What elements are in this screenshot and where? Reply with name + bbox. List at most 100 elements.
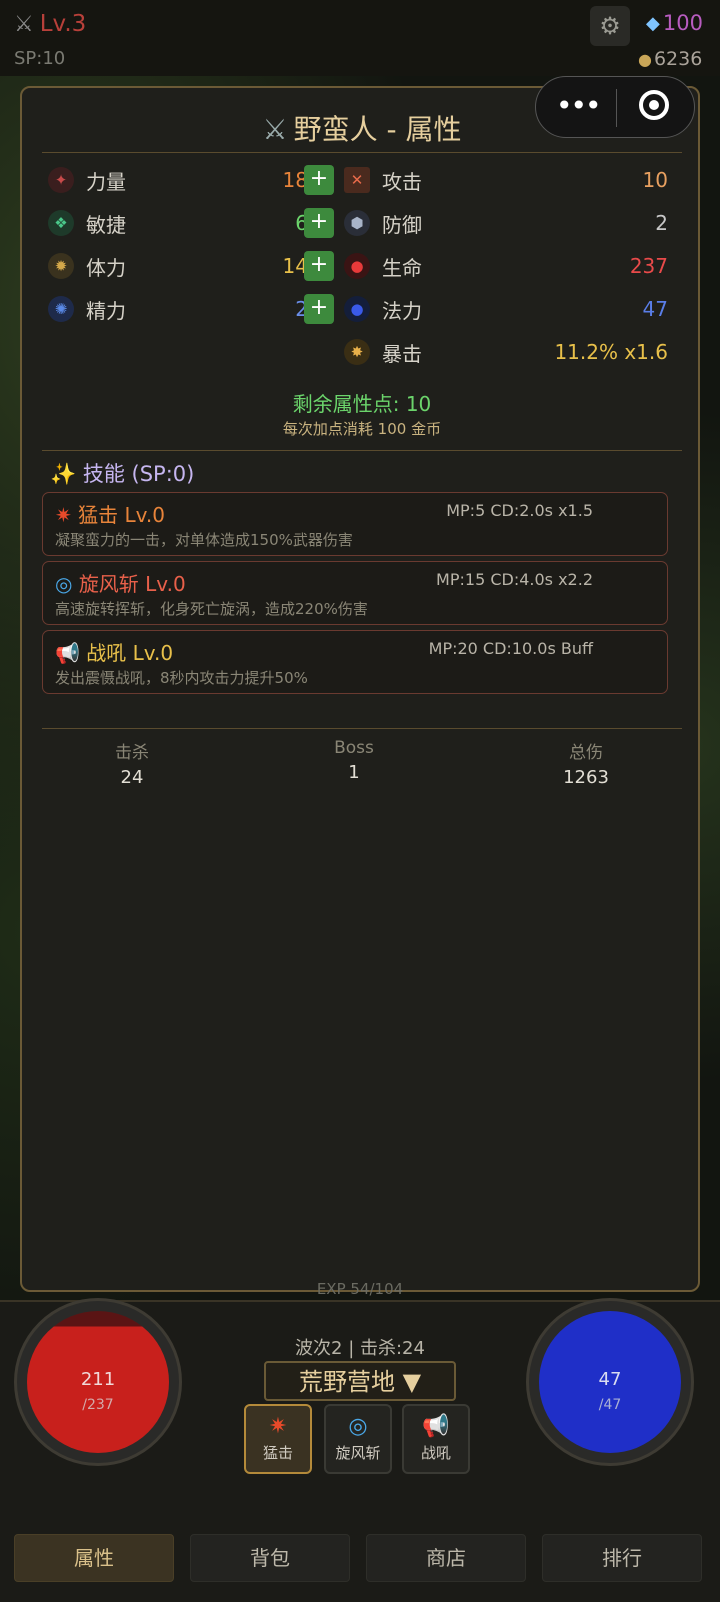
wave-info: 波次2 | 击杀:24 xyxy=(295,1338,425,1359)
skill-card-whirlwind[interactable]: ◎ 旋风斩 Lv.0 MP:15 CD:4.0s x2.2 高速旋转挥斩，化身死… xyxy=(42,561,668,625)
skill-slot-warcry[interactable]: 📢 战吼 xyxy=(402,1404,470,1474)
divider xyxy=(42,450,682,451)
panel-title-text: 野蛮人 - 属性 xyxy=(293,113,462,146)
settings-button[interactable]: ⚙ xyxy=(590,6,630,46)
crossed-swords-icon: ⚔ xyxy=(262,113,288,146)
stat-name: 精力 xyxy=(86,298,126,323)
skill-stats: MP:5 CD:2.0s x1.5 xyxy=(446,501,593,520)
stat-strength: ✦ 力量 18 xyxy=(48,162,308,198)
summary-label: 击杀 xyxy=(115,743,149,763)
stat-value: 11.2% x1.6 xyxy=(554,340,668,364)
gem-count: ◆ 100 xyxy=(646,11,703,35)
summary-value: 1 xyxy=(348,762,360,783)
whirlwind-icon: ◎ xyxy=(55,572,73,596)
summary-label: 总伤 xyxy=(569,743,603,763)
stat-value: 10 xyxy=(642,168,668,192)
hp-current: 211 xyxy=(80,1369,116,1390)
stat-name: 法力 xyxy=(382,298,422,323)
stat-name: 敏捷 xyxy=(86,212,126,237)
skill-desc: 高速旋转挥斩，化身死亡旋涡，造成220%伤害 xyxy=(55,600,368,618)
cost-note: 每次加点消耗 100 金币 xyxy=(282,420,442,438)
skill-name-text: 猛击 Lv.0 xyxy=(78,503,165,527)
stat-value: 2 xyxy=(655,211,668,235)
plus-stamina-button[interactable]: + xyxy=(304,251,334,281)
skills-title-text: 技能 (SP:0) xyxy=(82,462,195,486)
skill-slot-label: 旋风斩 xyxy=(335,1444,381,1462)
stat-name: 体力 xyxy=(86,255,126,280)
stat-agility: ❖ 敏捷 6 xyxy=(48,205,308,241)
hp-orb: 211 /237 xyxy=(27,1311,169,1453)
agility-icon: ❖ xyxy=(48,210,74,236)
tab-shop[interactable]: 商店 xyxy=(366,1534,526,1582)
stat-crit: ✸ 暴击 11.2% x1.6 xyxy=(344,334,668,370)
megaphone-icon: 📢 xyxy=(55,641,80,665)
summary-value: 1263 xyxy=(563,767,609,788)
plus-energy-button[interactable]: + xyxy=(304,294,334,324)
skill-desc: 发出震慑战吼，8秒内攻击力提升50% xyxy=(55,669,308,687)
sparkle-icon: ✨ xyxy=(50,462,77,486)
skill-name-text: 旋风斩 Lv.0 xyxy=(78,572,186,596)
summary-label: Boss xyxy=(334,738,374,758)
divider xyxy=(42,152,682,153)
map-select-button[interactable]: 荒野营地 ▼ xyxy=(264,1361,456,1401)
summary-damage: 总伤 1263 xyxy=(506,738,666,788)
skill-points-top: SP:10 xyxy=(14,48,66,69)
plus-agility-button[interactable]: + xyxy=(304,208,334,238)
summary-value: 24 xyxy=(120,767,144,788)
defense-icon: ⬢ xyxy=(344,210,370,236)
money-bag-icon: ● xyxy=(638,49,652,69)
skill-slot-whirlwind[interactable]: ◎ 旋风斩 xyxy=(324,1404,392,1474)
skill-name: ◎ 旋风斩 Lv.0 xyxy=(55,568,186,597)
stat-name: 暴击 xyxy=(382,341,422,366)
tab-attributes[interactable]: 属性 xyxy=(14,1534,174,1582)
attack-icon: ✕ xyxy=(344,167,370,193)
megaphone-icon: 📢 xyxy=(422,1414,450,1439)
mp-orb-frame: 47 /47 xyxy=(526,1298,694,1466)
skill-slot-label: 战吼 xyxy=(420,1444,451,1462)
stat-attack: ✕ 攻击 10 xyxy=(344,162,668,198)
skill-card-bash[interactable]: ✷ 猛击 Lv.0 MP:5 CD:2.0s x1.5 凝聚蛮力的一击，对单体造… xyxy=(42,492,668,556)
mp-current: 47 xyxy=(598,1369,622,1390)
divider xyxy=(42,728,682,729)
diamond-icon: ◆ xyxy=(646,12,660,34)
energy-icon: ✺ xyxy=(48,296,74,322)
exp-text: EXP 54/104 xyxy=(316,1280,404,1298)
more-options-icon[interactable]: ••• xyxy=(556,91,602,121)
attribute-panel: ⚔ 野蛮人 - 属性 ✦ 力量 18 + ❖ 敏捷 6 + ✹ 体力 14 + ✺… xyxy=(20,86,700,1292)
stat-name: 防御 xyxy=(382,212,422,237)
skill-name: 📢 战吼 Lv.0 xyxy=(55,637,173,666)
skill-card-warcry[interactable]: 📢 战吼 Lv.0 MP:20 CD:10.0s Buff 发出震慑战吼，8秒内… xyxy=(42,630,668,694)
stat-stamina: ✹ 体力 14 xyxy=(48,248,308,284)
skills-title: ✨ 技能 (SP:0) xyxy=(50,458,194,488)
crit-icon: ✸ xyxy=(344,339,370,365)
summary-kills: 击杀 24 xyxy=(52,738,212,788)
bash-icon: ✷ xyxy=(268,1414,288,1439)
miniprogram-capsule: ••• xyxy=(535,76,695,138)
tab-ranking[interactable]: 排行 xyxy=(542,1534,702,1582)
tab-inventory[interactable]: 背包 xyxy=(190,1534,350,1582)
mana-icon: ● xyxy=(344,296,370,322)
player-level: ⚔ Lv.3 xyxy=(14,11,86,37)
strength-icon: ✦ xyxy=(48,167,74,193)
plus-strength-button[interactable]: + xyxy=(304,165,334,195)
skill-desc: 凝聚蛮力的一击，对单体造成150%武器伤害 xyxy=(55,531,353,549)
skill-stats: MP:15 CD:4.0s x2.2 xyxy=(436,570,593,589)
swords-icon: ⚔ xyxy=(14,11,34,37)
summary-boss: Boss 1 xyxy=(274,738,434,783)
gold-count: ● 6236 xyxy=(638,48,702,70)
stat-value: 47 xyxy=(642,297,668,321)
capsule-divider xyxy=(616,89,617,127)
stat-value: 237 xyxy=(629,254,668,278)
whirlwind-icon: ◎ xyxy=(348,1414,368,1439)
life-icon: ● xyxy=(344,253,370,279)
remaining-points: 剩余属性点: 10 xyxy=(292,392,432,416)
stamina-icon: ✹ xyxy=(48,253,74,279)
hp-max: /237 xyxy=(82,1397,114,1413)
gem-value: 100 xyxy=(662,11,703,35)
exit-target-icon[interactable] xyxy=(639,90,669,120)
skill-slot-bash[interactable]: ✷ 猛击 xyxy=(244,1404,312,1474)
stat-name: 攻击 xyxy=(382,169,422,194)
top-bar: ⚔ Lv.3 SP:10 ⚙ ◆ 100 ● 6236 xyxy=(0,0,720,76)
level-text: Lv.3 xyxy=(39,11,87,37)
mp-orb: 47 /47 xyxy=(539,1311,681,1453)
